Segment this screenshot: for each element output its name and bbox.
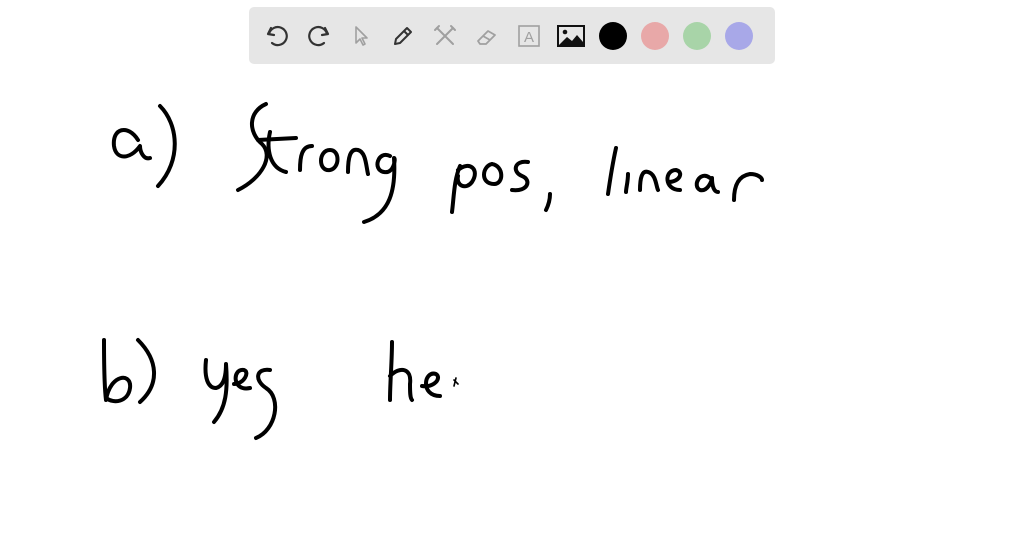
ink-stroke: [510, 159, 530, 193]
ink-stroke: [732, 172, 764, 202]
handwriting-line-b: [102, 338, 459, 440]
drawing-canvas[interactable]: [0, 0, 1024, 552]
handwriting-line-a: [111, 102, 764, 224]
ink-stroke: [319, 148, 340, 173]
ink-stroke: [256, 136, 298, 142]
ink-stroke: [665, 168, 683, 192]
ink-stroke: [388, 340, 414, 402]
ink-stroke: [544, 192, 552, 212]
ink-stroke: [638, 169, 660, 192]
ink-stroke: [298, 144, 314, 172]
ink-stroke: [236, 102, 269, 192]
ink-stroke: [254, 367, 277, 440]
ink-stroke: [232, 368, 252, 391]
ink-stroke: [362, 152, 397, 224]
ink-stroke: [111, 128, 152, 161]
ink-stroke: [694, 173, 720, 194]
ink-stroke: [203, 358, 229, 424]
ink-stroke: [450, 163, 477, 214]
ink-stroke: [606, 146, 618, 196]
ink-stroke: [136, 338, 156, 404]
ink-stroke: [102, 338, 133, 404]
ink-stroke: [482, 162, 504, 186]
ink-stroke: [453, 377, 459, 387]
ink-stroke: [156, 104, 177, 188]
ink-stroke: [624, 172, 630, 194]
ink-stroke: [346, 147, 370, 176]
ink-stroke: [420, 371, 442, 398]
